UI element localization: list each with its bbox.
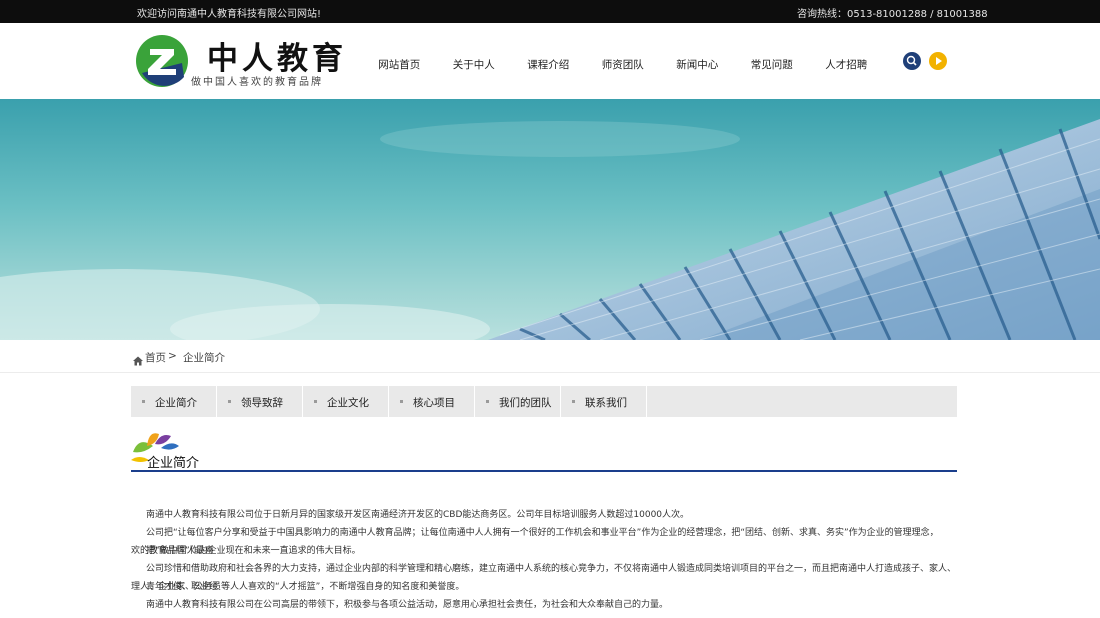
brand-slogan: 做中国人喜欢的教育品牌 [191,77,323,88]
tab-label: 联系我们 [585,397,627,409]
tab-label: 企业文化 [327,397,369,409]
nav-item-news[interactable]: 新闻中心 [660,57,735,72]
tab-label: 企业简介 [155,397,197,409]
hotline-text: 咨询热线：0513-81001288 / 81001388 [797,9,988,20]
nav-item-jobs[interactable]: 人才招聘 [809,57,884,72]
intro-paragraph-2b: 欢的教育品牌”作为企业现在和未来一直追求的伟大目标。 [131,546,361,556]
logo-icon[interactable] [134,33,190,89]
nav-item-faq[interactable]: 常见问题 [735,57,810,72]
nav-item-teachers[interactable]: 师资团队 [586,57,661,72]
tab-leader-speech[interactable]: 领导致辞 [217,386,303,417]
intro-paragraph-1: 南通中人教育科技有限公司位于日新月异的国家级开发区南通经济开发区的CBD能达商务… [146,510,690,520]
play-icon[interactable] [929,52,947,70]
search-icon[interactable] [903,52,921,70]
breadcrumb-separator: > [168,350,177,362]
home-icon [133,351,143,370]
intro-paragraph-3b: 理人、企业家、公务员等人人喜欢的“人才摇篮”，不断增强自身的知名度和美誉度。 [131,582,465,592]
tab-label: 核心项目 [413,397,455,409]
sub-nav-tabs: 企业简介 领导致辞 企业文化 核心项目 我们的团队 联系我们 [131,386,957,417]
hero-banner [0,99,1100,340]
tab-contact-us[interactable]: 联系我们 [561,386,647,417]
welcome-text: 欢迎访问南通中人教育科技有限公司网站! [137,9,322,20]
top-bar: 欢迎访问南通中人教育科技有限公司网站! 咨询热线：0513-81001288 /… [0,0,1100,23]
banner-image [0,119,1100,340]
tab-core-projects[interactable]: 核心项目 [389,386,475,417]
tab-our-team[interactable]: 我们的团队 [475,386,561,417]
breadcrumb: 首页 > 企业简介 [0,340,1100,373]
bullet-icon [486,400,489,403]
tab-culture[interactable]: 企业文化 [303,386,389,417]
nav-item-home[interactable]: 网站首页 [362,57,437,72]
bullet-icon [572,400,575,403]
bullet-icon [400,400,403,403]
nav-item-courses[interactable]: 课程介绍 [511,57,586,72]
breadcrumb-home-link[interactable]: 首页 [145,350,166,365]
bullet-icon [142,400,145,403]
tab-label: 我们的团队 [499,397,552,409]
section-divider [131,470,957,472]
section-title: 企业简介 [147,456,200,471]
brand-name: 中人教育 [207,41,347,77]
intro-paragraph-4: 南通中人教育科技有限公司在公司高层的带领下，积极参与各项公益活动，愿意用心承担社… [146,600,669,610]
bullet-icon [228,400,231,403]
tab-company-profile[interactable]: 企业简介 [131,386,217,417]
tab-label: 领导致辞 [241,397,283,409]
breadcrumb-current: 企业简介 [183,352,225,364]
site-header: 中人教育 做中国人喜欢的教育品牌 网站首页 关于中人 课程介绍 师资团队 新闻中… [0,23,1100,99]
bullet-icon [314,400,317,403]
main-nav: 网站首页 关于中人 课程介绍 师资团队 新闻中心 常见问题 人才招聘 [362,57,884,72]
nav-item-about[interactable]: 关于中人 [437,57,512,72]
